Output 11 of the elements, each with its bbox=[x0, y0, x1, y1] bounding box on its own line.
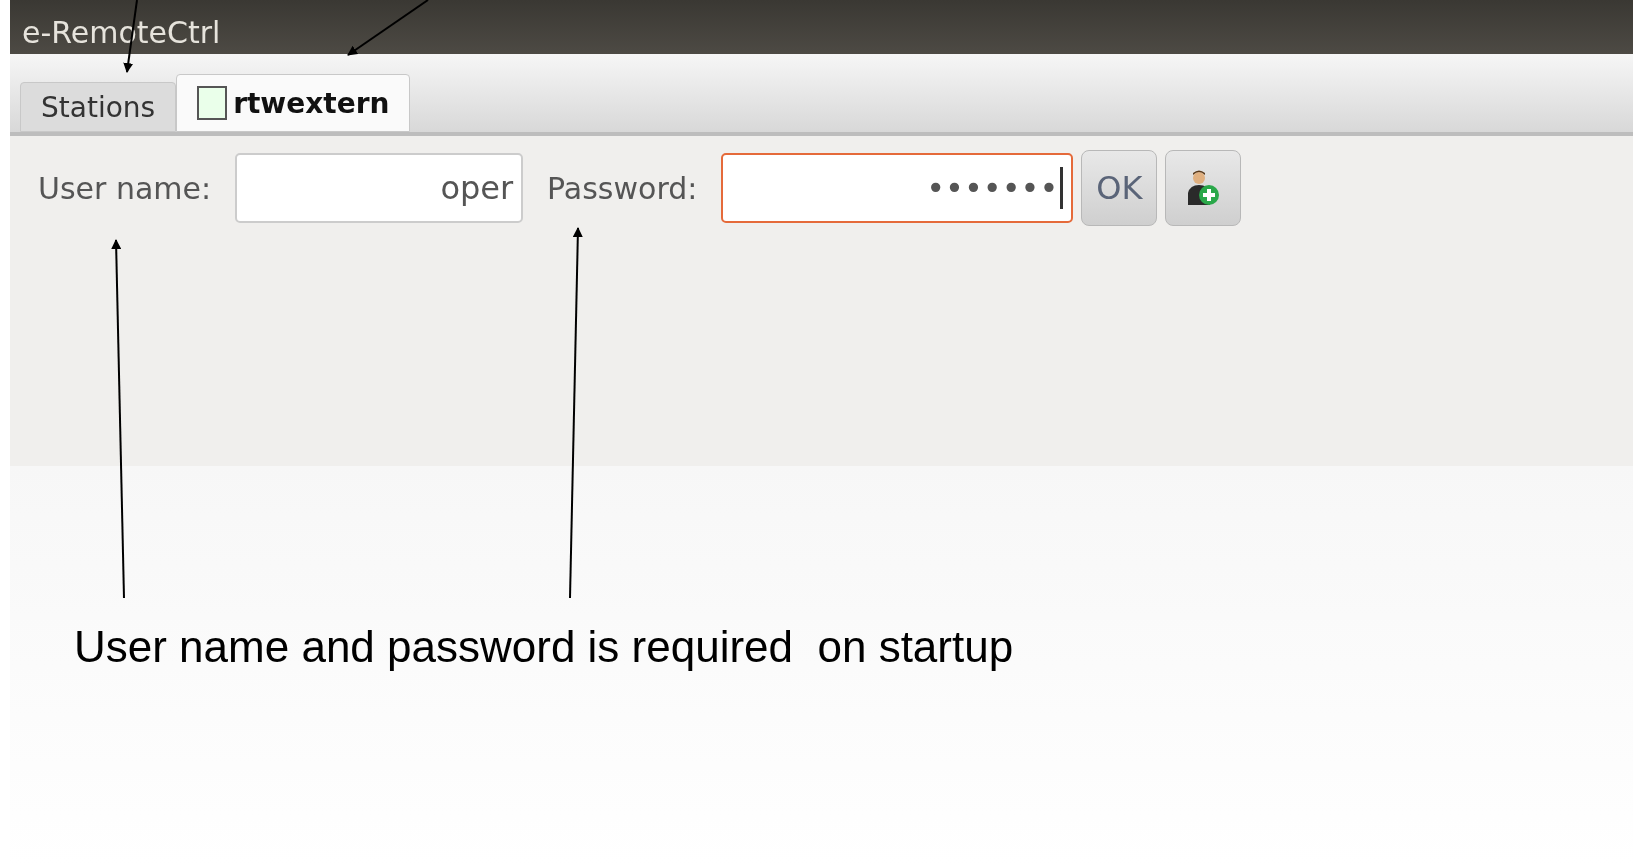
tab[interactable]: Stations bbox=[20, 82, 177, 132]
user-plus-icon bbox=[1186, 169, 1221, 207]
input-field[interactable]: oper bbox=[235, 153, 524, 223]
add-user-button[interactable] bbox=[1165, 150, 1242, 226]
window-title: e-RemoteCtrl bbox=[22, 15, 221, 50]
tab[interactable]: rtwextern bbox=[176, 74, 411, 132]
field-label: User name: bbox=[38, 170, 212, 206]
ok-button[interactable]: OK bbox=[1081, 150, 1158, 226]
input-field[interactable]: ••••••• bbox=[721, 153, 1074, 223]
caption-text: User name and password is required on startup bbox=[74, 622, 1014, 672]
field-label: Password: bbox=[547, 170, 698, 206]
